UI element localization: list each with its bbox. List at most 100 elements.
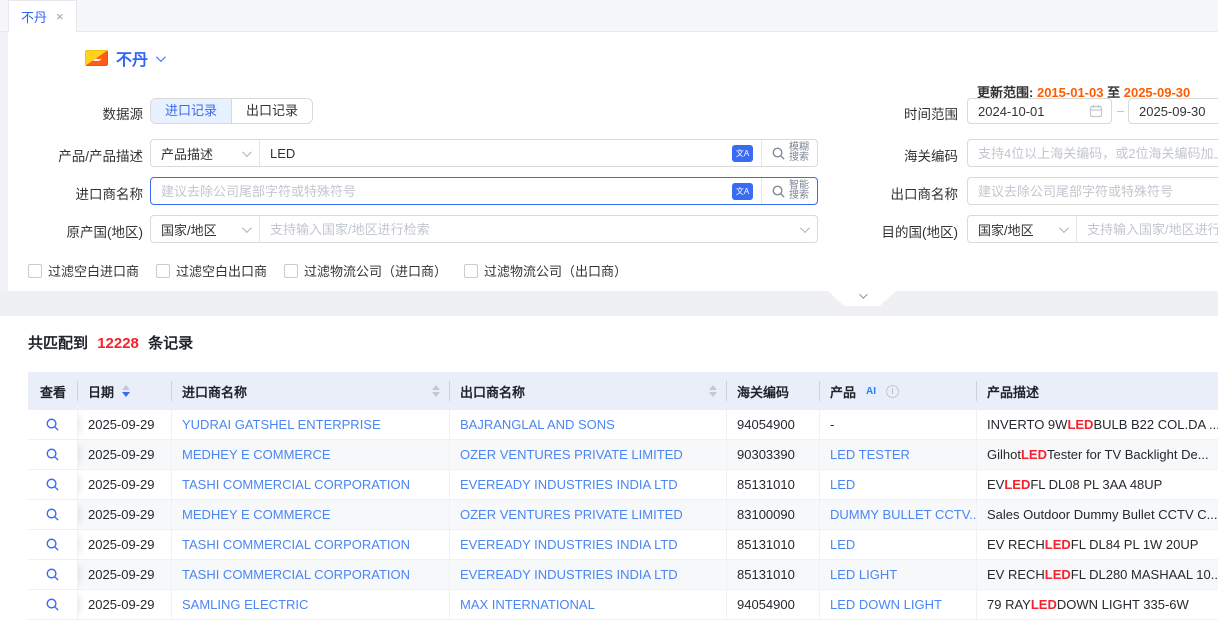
highlighted-keyword: LED [1004, 477, 1030, 492]
view-record-button[interactable] [28, 410, 78, 439]
hs-code-input[interactable] [968, 140, 1218, 166]
hs-code-cell: 94054900 [727, 410, 820, 439]
exporter-field[interactable] [967, 177, 1218, 205]
chevron-down-icon[interactable] [156, 52, 166, 62]
filter-checkbox-3[interactable]: 过滤物流公司（出口商） [464, 261, 627, 280]
product-type-value: 产品描述 [161, 144, 213, 163]
description-cell: EV RECH LED FL DL84 PL 1W 20UP [977, 530, 1218, 559]
hs-code-cell: 94054900 [727, 590, 820, 619]
results-panel: 共匹配到 12228 条记录 查看 日期 进口商名称 出口商名称 海关编码 产品… [0, 316, 1218, 618]
col-header-importer[interactable]: 进口商名称 [172, 372, 450, 410]
exporter-input[interactable] [968, 178, 1218, 204]
date-end-input[interactable] [1139, 104, 1218, 119]
hs-code-cell: 85131010 [727, 560, 820, 589]
filter-checkbox-2[interactable]: 过滤物流公司（进口商） [284, 261, 447, 280]
importer-link[interactable]: SAMLING ELECTRIC [172, 590, 450, 619]
exporter-link[interactable]: EVEREADY INDUSTRIES INDIA LTD [450, 560, 727, 589]
exporter-link[interactable]: EVEREADY INDUSTRIES INDIA LTD [450, 530, 727, 559]
col-header-date[interactable]: 日期 [78, 372, 172, 410]
importer-link[interactable]: TASHI COMMERCIAL CORPORATION [172, 470, 450, 499]
export-records-tab[interactable]: 出口记录 [232, 99, 312, 123]
translate-icon[interactable]: 文A [732, 183, 753, 200]
exporter-link[interactable]: OZER VENTURES PRIVATE LIMITED [450, 500, 727, 529]
exporter-link[interactable]: BAJRANGLAL AND SONS [450, 410, 727, 439]
view-record-button[interactable] [28, 500, 78, 529]
exporter-link[interactable]: EVEREADY INDUSTRIES INDIA LTD [450, 470, 727, 499]
checkbox-icon[interactable] [284, 264, 298, 278]
col-header-exporter[interactable]: 出口商名称 [450, 372, 727, 410]
calendar-icon [1089, 104, 1103, 118]
origin-country-label: 原产国(地区) [0, 221, 143, 241]
destination-country-select[interactable]: 国家/地区 [968, 216, 1076, 242]
data-source-switch: 进口记录 出口记录 [150, 98, 313, 124]
importer-link[interactable]: YUDRAI GATSHEL ENTERPRISE [172, 410, 450, 439]
count-prefix: 共匹配到 [28, 335, 88, 352]
date-cell: 2025-09-29 [78, 590, 172, 619]
checkbox-icon[interactable] [156, 264, 170, 278]
table-row: 2025-09-29TASHI COMMERCIAL CORPORATIONEV… [28, 560, 1218, 590]
importer-link[interactable]: TASHI COMMERCIAL CORPORATION [172, 560, 450, 589]
product-cell[interactable]: DUMMY BULLET CCTV... [820, 500, 977, 529]
importer-search-input[interactable] [151, 178, 732, 204]
sort-exporter-icon[interactable] [709, 385, 717, 397]
hs-code-field[interactable] [967, 139, 1218, 167]
product-cell[interactable]: LED TESTER [820, 440, 977, 469]
tab-bhutan[interactable]: 不丹 × [8, 0, 77, 32]
date-start-input[interactable] [978, 104, 1089, 119]
origin-country-select[interactable]: 国家/地区 [151, 216, 259, 242]
view-record-button[interactable] [28, 470, 78, 499]
ai-badge: AI [862, 385, 880, 398]
import-records-tab[interactable]: 进口记录 [151, 99, 231, 123]
date-end-field[interactable] [1128, 98, 1218, 124]
tab-bar: 不丹 × [0, 0, 1218, 32]
country-header[interactable]: 不丹 [85, 46, 163, 70]
date-cell: 2025-09-29 [78, 500, 172, 529]
view-record-button[interactable] [28, 560, 78, 589]
view-record-button[interactable] [28, 530, 78, 559]
view-magnifier-icon [45, 507, 60, 522]
col-header-view: 查看 [28, 372, 78, 410]
view-record-button[interactable] [28, 590, 78, 619]
product-cell[interactable]: LED [820, 530, 977, 559]
results-table-body: 2025-09-29YUDRAI GATSHEL ENTERPRISEBAJRA… [28, 410, 1218, 620]
importer-link[interactable]: MEDHEY E COMMERCE [172, 500, 450, 529]
checkbox-icon[interactable] [464, 264, 478, 278]
importer-link[interactable]: MEDHEY E COMMERCE [172, 440, 450, 469]
col-header-description: 产品描述 [977, 372, 1218, 410]
date-cell: 2025-09-29 [78, 440, 172, 469]
exporter-link[interactable]: MAX INTERNATIONAL [450, 590, 727, 619]
date-start-field[interactable] [967, 98, 1112, 124]
sort-date-icon[interactable] [122, 385, 130, 397]
highlighted-keyword: LED [1031, 597, 1057, 612]
table-row: 2025-09-29MEDHEY E COMMERCEOZER VENTURES… [28, 440, 1218, 470]
view-magnifier-icon [45, 537, 60, 552]
hs-code-cell: 85131010 [727, 530, 820, 559]
destination-country-input[interactable] [1077, 216, 1218, 242]
product-cell[interactable]: LED [820, 470, 977, 499]
product-cell[interactable]: LED LIGHT [820, 560, 977, 589]
bhutan-flag-icon [85, 50, 108, 66]
translate-icon[interactable]: 文A [732, 145, 753, 162]
tab-close-icon[interactable]: × [56, 9, 64, 24]
origin-select-value: 国家/地区 [161, 220, 217, 239]
checkbox-icon[interactable] [28, 264, 42, 278]
importer-link[interactable]: TASHI COMMERCIAL CORPORATION [172, 530, 450, 559]
sort-importer-icon[interactable] [432, 385, 440, 397]
exporter-link[interactable]: OZER VENTURES PRIVATE LIMITED [450, 440, 727, 469]
product-cell[interactable]: LED DOWN LIGHT [820, 590, 977, 619]
description-cell: EV LED FL DL08 PL 3AA 48UP [977, 470, 1218, 499]
destination-country-group: 国家/地区 [967, 215, 1218, 243]
origin-country-input[interactable] [260, 216, 800, 242]
results-table: 查看 日期 进口商名称 出口商名称 海关编码 产品 AI i 产品描述 2025… [28, 372, 1218, 620]
chevron-down-icon [1059, 223, 1069, 233]
table-row: 2025-09-29YUDRAI GATSHEL ENTERPRISEBAJRA… [28, 410, 1218, 440]
highlighted-keyword: LED [1021, 447, 1047, 462]
filter-checkbox-label: 过滤空白出口商 [176, 261, 267, 280]
product-type-select[interactable]: 产品描述 [151, 140, 259, 166]
info-icon[interactable]: i [886, 385, 899, 398]
view-record-button[interactable] [28, 440, 78, 469]
filter-checkbox-0[interactable]: 过滤空白进口商 [28, 261, 139, 280]
product-search-input[interactable] [260, 140, 732, 166]
highlighted-keyword: LED [1067, 417, 1093, 432]
filter-checkbox-1[interactable]: 过滤空白出口商 [156, 261, 267, 280]
